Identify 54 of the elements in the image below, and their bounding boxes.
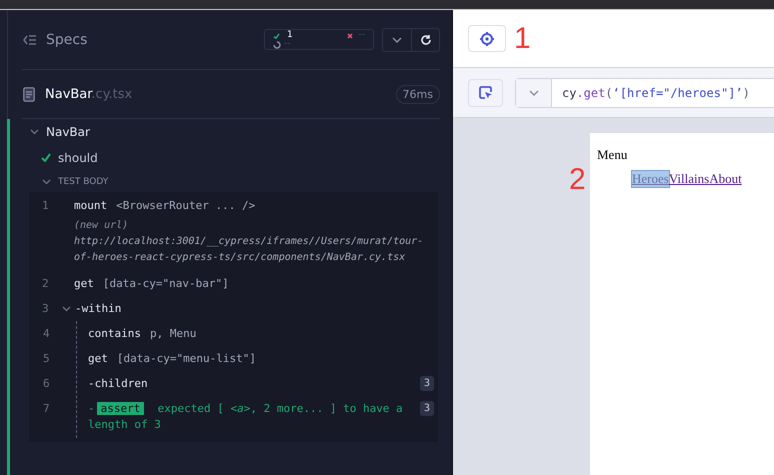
count-badge: 3 xyxy=(420,401,434,416)
reload-icon xyxy=(420,34,432,46)
spec-name: NavBar.cy.tsx xyxy=(45,86,132,102)
command-message: p, Menu xyxy=(150,326,196,341)
line-number: 6 xyxy=(42,376,51,391)
failed-count: -- xyxy=(358,31,365,40)
assert-message: - assert expected [ <a>, 2 more... ] to have a length of 3 xyxy=(88,401,404,433)
selector-field[interactable]: cy.get(‘[href="/heroes"]’) xyxy=(515,78,774,108)
line-number: 3 xyxy=(41,301,50,316)
annotation-number: 1 xyxy=(514,24,531,54)
cursor-icon xyxy=(478,86,492,100)
crosshair-icon xyxy=(479,30,495,46)
chevron-icon xyxy=(392,36,402,42)
cross-icon xyxy=(346,32,352,38)
passed-count: 1 xyxy=(287,31,293,40)
command-message: <BrowserRouter ... /> xyxy=(116,198,256,213)
caret-icon xyxy=(30,128,39,134)
suite-title[interactable]: NavBar xyxy=(10,119,438,144)
line-number: 1 xyxy=(41,198,50,213)
line-number: 4 xyxy=(42,326,51,341)
file-icon xyxy=(23,86,35,102)
check-icon xyxy=(273,32,280,38)
line-number: 7 xyxy=(42,401,51,416)
selector-playground-button[interactable] xyxy=(468,25,506,52)
count-badge: 3 xyxy=(420,376,434,391)
caret-icon xyxy=(42,178,51,184)
command-name: -children xyxy=(88,376,148,391)
command-row[interactable]: 1 mount <BrowserRouter ... /> xyxy=(29,193,438,218)
command-row[interactable]: 2 get [data-cy="nav-bar"] xyxy=(29,271,438,296)
command-name: mount xyxy=(74,198,108,213)
panel-title: Specs xyxy=(46,32,88,48)
command-message: [data-cy="nav-bar"] xyxy=(102,276,229,291)
nav-link[interactable]: About xyxy=(709,171,742,187)
command-row[interactable]: 3 -within xyxy=(29,296,438,321)
collapse-icon[interactable] xyxy=(23,34,37,46)
command-name: get xyxy=(74,276,94,291)
test-title[interactable]: should xyxy=(10,144,438,171)
line-number: 5 xyxy=(42,351,51,366)
pending-icon xyxy=(273,40,281,48)
chevron-icon xyxy=(528,90,538,96)
annotation-number: 2 xyxy=(569,165,586,195)
element-picker-button[interactable] xyxy=(468,78,503,106)
command-name: contains xyxy=(88,326,141,341)
section-title[interactable]: TEST BODY xyxy=(10,171,438,192)
caret-icon[interactable] xyxy=(62,306,71,312)
command-name: get xyxy=(88,351,108,366)
duration-badge: 76ms xyxy=(396,84,440,104)
line-number: 2 xyxy=(41,276,50,291)
pending-count: -- xyxy=(284,40,290,49)
check-icon xyxy=(41,153,51,162)
event-message: (new url) http://localhost:3001/__cypress/iframes//Users/murat/tour-of-heroes-react-cypress-ts/src/components/NavBar.cy.tsx xyxy=(74,219,424,265)
command-message: [data-cy="menu-list"] xyxy=(116,351,256,366)
command-name: -within xyxy=(75,301,122,316)
menu-heading: Menu xyxy=(597,147,628,163)
